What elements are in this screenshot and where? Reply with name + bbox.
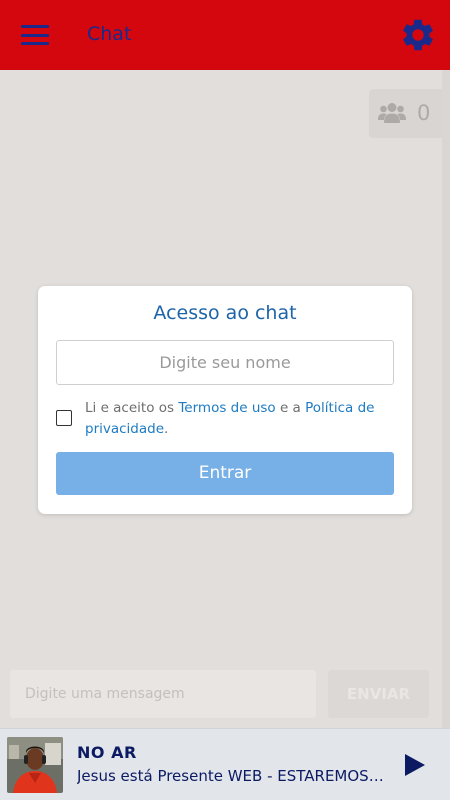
- hamburger-menu-icon[interactable]: [21, 24, 49, 46]
- terms-checkbox[interactable]: [56, 410, 72, 426]
- terms-of-use-link[interactable]: Termos de uso: [178, 400, 275, 416]
- radio-player-bar: NO AR Jesus está Presente WEB - ESTAREMO…: [0, 728, 450, 800]
- gear-icon[interactable]: [399, 16, 437, 54]
- name-input[interactable]: [56, 340, 394, 385]
- users-group-icon: [378, 101, 406, 125]
- message-input[interactable]: [10, 670, 316, 718]
- top-app-bar: Chat: [0, 0, 450, 70]
- chat-access-modal: Acesso ao chat Li e aceito os Termos de …: [38, 286, 412, 514]
- play-icon[interactable]: [400, 751, 430, 779]
- terms-middle: e a: [275, 400, 306, 416]
- now-playing-title: Jesus está Presente WEB - ESTAREMOS AO V…: [77, 767, 384, 785]
- on-air-label: NO AR: [77, 743, 137, 762]
- modal-title: Acesso ao chat: [153, 302, 297, 324]
- online-users-badge[interactable]: 0: [369, 89, 442, 138]
- chat-scrollbar[interactable]: [442, 70, 450, 728]
- page-title: Chat: [87, 23, 132, 45]
- terms-prefix: Li e aceito os: [85, 400, 179, 416]
- terms-text: Li e aceito os Termos de uso e a Polític…: [85, 398, 395, 440]
- terms-suffix: .: [164, 421, 169, 437]
- online-users-count: 0: [417, 101, 431, 125]
- enter-button[interactable]: Entrar: [56, 452, 394, 495]
- program-thumbnail: [7, 737, 63, 793]
- send-button[interactable]: ENVIAR: [328, 670, 429, 718]
